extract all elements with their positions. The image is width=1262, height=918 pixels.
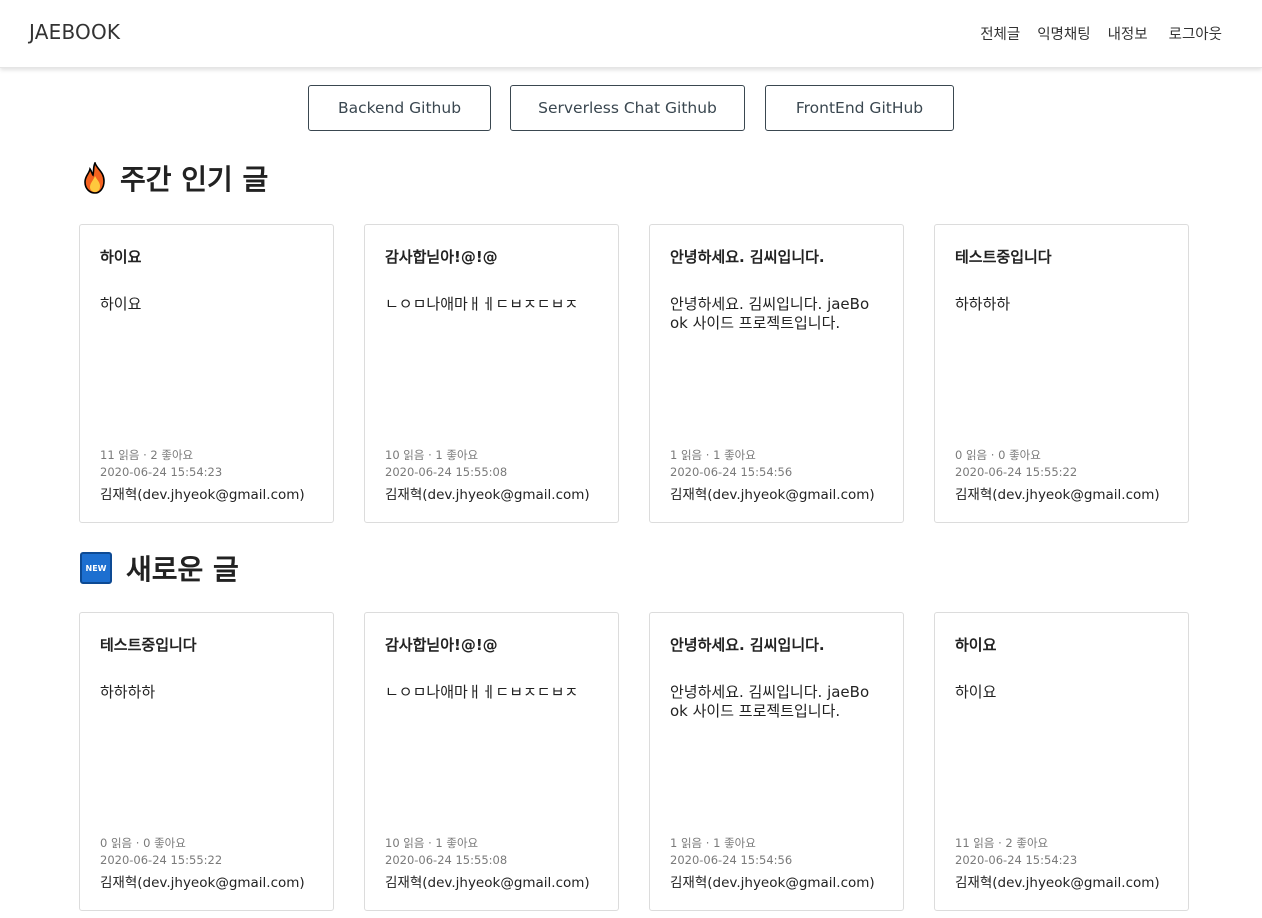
- nav-link-anonymous-chat[interactable]: 익명채팅: [1037, 23, 1090, 44]
- post-body: ㄴㅇㅁ나애마ㅐㅔㄷㅂㅈㄷㅂㅈ: [385, 295, 579, 313]
- post-date: 2020-06-24 15:55:08: [385, 853, 508, 867]
- post-body: 안녕하세요. 김씨입니다. jaeBook 사이드 프로젝트입니다.: [670, 295, 870, 332]
- post-body: 하하하하: [100, 683, 156, 701]
- popular-cards: 하이요 하이요 11 읽음 · 2 좋아요 2020-06-24 15:54:2…: [79, 224, 1189, 523]
- post-author: 김재혁(dev.jhyeok@gmail.com): [955, 875, 1160, 891]
- post-body: 하이요: [100, 295, 142, 313]
- post-date: 2020-06-24 15:55:08: [385, 465, 508, 479]
- recent-title-text: 새로운 글: [126, 553, 239, 586]
- post-stats: 0 읽음 · 0 좋아요: [955, 448, 1041, 462]
- popular-title-text: 주간 인기 글: [120, 163, 269, 196]
- post-body: 하이요: [955, 683, 997, 701]
- popular-section-title: 주간 인기 글: [80, 158, 268, 198]
- recent-cards: 테스트중입니다 하하하하 0 읽음 · 0 좋아요 2020-06-24 15:…: [79, 612, 1189, 911]
- post-author: 김재혁(dev.jhyeok@gmail.com): [385, 487, 590, 503]
- serverless-chat-github-button[interactable]: Serverless Chat Github: [510, 85, 745, 131]
- post-author: 김재혁(dev.jhyeok@gmail.com): [385, 875, 590, 891]
- nav-link-logout[interactable]: 로그아웃: [1169, 23, 1222, 44]
- post-body: 안녕하세요. 김씨입니다. jaeBook 사이드 프로젝트입니다.: [670, 683, 870, 720]
- post-title: 감사합닏아!@!@: [385, 636, 498, 654]
- post-author: 김재혁(dev.jhyeok@gmail.com): [670, 487, 875, 503]
- post-title: 안녕하세요. 김씨입니다.: [670, 248, 825, 266]
- post-date: 2020-06-24 15:54:56: [670, 465, 793, 479]
- nav-link-my-info[interactable]: 내정보: [1108, 23, 1148, 44]
- post-title: 테스트중입니다: [955, 248, 1052, 266]
- post-date: 2020-06-24 15:55:22: [955, 465, 1078, 479]
- github-links: Backend Github Serverless Chat Github Fr…: [0, 85, 1262, 131]
- post-author: 김재혁(dev.jhyeok@gmail.com): [100, 875, 305, 891]
- post-card[interactable]: 하이요 하이요 11 읽음 · 2 좋아요 2020-06-24 15:54:2…: [934, 612, 1189, 911]
- nav-links: 전체글 익명채팅 내정보 로그아웃: [963, 23, 1222, 44]
- post-body: ㄴㅇㅁ나애마ㅐㅔㄷㅂㅈㄷㅂㅈ: [385, 683, 579, 701]
- post-title: 안녕하세요. 김씨입니다.: [670, 636, 825, 654]
- post-card[interactable]: 안녕하세요. 김씨입니다. 안녕하세요. 김씨입니다. jaeBook 사이드 …: [649, 612, 904, 911]
- frontend-github-button[interactable]: FrontEnd GitHub: [765, 85, 954, 131]
- post-card[interactable]: 감사합닏아!@!@ ㄴㅇㅁ나애마ㅐㅔㄷㅂㅈㄷㅂㅈ 10 읽음 · 1 좋아요 2…: [364, 224, 619, 523]
- post-card[interactable]: 감사합닏아!@!@ ㄴㅇㅁ나애마ㅐㅔㄷㅂㅈㄷㅂㅈ 10 읽음 · 1 좋아요 2…: [364, 612, 619, 911]
- post-stats: 11 읽음 · 2 좋아요: [100, 448, 194, 462]
- post-body: 하하하하: [955, 295, 1011, 313]
- post-stats: 1 읽음 · 1 좋아요: [670, 448, 756, 462]
- post-author: 김재혁(dev.jhyeok@gmail.com): [955, 487, 1160, 503]
- post-date: 2020-06-24 15:54:56: [670, 853, 793, 867]
- top-navbar: JAEBOOK 전체글 익명채팅 내정보 로그아웃: [0, 0, 1262, 68]
- post-card[interactable]: 테스트중입니다 하하하하 0 읽음 · 0 좋아요 2020-06-24 15:…: [934, 224, 1189, 523]
- post-title: 감사합닏아!@!@: [385, 248, 498, 266]
- post-date: 2020-06-24 15:54:23: [955, 853, 1078, 867]
- post-card[interactable]: 하이요 하이요 11 읽음 · 2 좋아요 2020-06-24 15:54:2…: [79, 224, 334, 523]
- post-author: 김재혁(dev.jhyeok@gmail.com): [670, 875, 875, 891]
- post-title: 하이요: [955, 636, 997, 654]
- post-date: 2020-06-24 15:55:22: [100, 853, 223, 867]
- post-author: 김재혁(dev.jhyeok@gmail.com): [100, 487, 305, 503]
- post-stats: 1 읽음 · 1 좋아요: [670, 836, 756, 850]
- post-card[interactable]: 테스트중입니다 하하하하 0 읽음 · 0 좋아요 2020-06-24 15:…: [79, 612, 334, 911]
- post-stats: 11 읽음 · 2 좋아요: [955, 836, 1049, 850]
- brand-logo[interactable]: JAEBOOK: [29, 20, 120, 44]
- post-title: 하이요: [100, 248, 142, 266]
- post-title: 테스트중입니다: [100, 636, 197, 654]
- new-icon: NEW: [80, 552, 112, 584]
- post-date: 2020-06-24 15:54:23: [100, 465, 223, 479]
- recent-section-title: NEW 새로운 글: [80, 548, 239, 588]
- post-stats: 10 읽음 · 1 좋아요: [385, 836, 479, 850]
- nav-link-all-posts[interactable]: 전체글: [980, 23, 1020, 44]
- backend-github-button[interactable]: Backend Github: [308, 85, 491, 131]
- post-card[interactable]: 안녕하세요. 김씨입니다. 안녕하세요. 김씨입니다. jaeBook 사이드 …: [649, 224, 904, 523]
- post-stats: 10 읽음 · 1 좋아요: [385, 448, 479, 462]
- post-stats: 0 읽음 · 0 좋아요: [100, 836, 186, 850]
- fire-icon: [80, 162, 110, 194]
